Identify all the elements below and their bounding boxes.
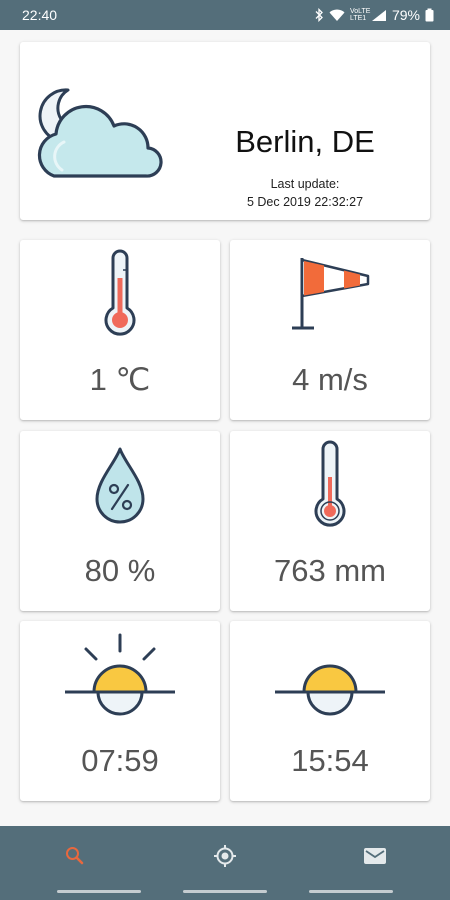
humidity-tile[interactable]: 80 % bbox=[20, 431, 220, 611]
signal-icon bbox=[371, 9, 386, 21]
last-update: Last update: 5 Dec 2019 22:32:27 bbox=[180, 175, 430, 211]
battery-percent: 79% bbox=[391, 7, 420, 23]
nav-search-button[interactable] bbox=[0, 826, 150, 886]
sunrise-tile[interactable]: 07:59 bbox=[20, 621, 220, 801]
thermometer-icon bbox=[20, 248, 220, 338]
status-icons: VoLTE LTE1 79% bbox=[314, 7, 434, 23]
pressure-tile[interactable]: 763 mm bbox=[230, 431, 430, 611]
windsock-icon bbox=[230, 248, 430, 338]
nav-location-button[interactable] bbox=[150, 826, 300, 886]
sunset-icon bbox=[230, 629, 430, 724]
status-time: 22:40 bbox=[22, 7, 58, 23]
location-icon bbox=[214, 845, 236, 867]
bluetooth-icon bbox=[315, 8, 323, 22]
sunset-tile[interactable]: 15:54 bbox=[230, 621, 430, 801]
night-cloud-icon bbox=[34, 82, 174, 197]
city-name: Berlin, DE bbox=[235, 124, 375, 159]
last-update-value: 5 Dec 2019 22:32:27 bbox=[246, 195, 364, 209]
barometer-icon bbox=[230, 439, 430, 529]
sunrise-icon bbox=[20, 629, 220, 724]
last-update-label: Last update: bbox=[270, 177, 340, 191]
nav-indicator bbox=[309, 890, 393, 893]
sunset-value: 15:54 bbox=[291, 743, 369, 778]
wifi-icon bbox=[329, 9, 345, 21]
wind-tile[interactable]: 4 m/s bbox=[230, 240, 430, 420]
battery-icon bbox=[425, 8, 434, 22]
bottom-nav bbox=[0, 826, 450, 900]
city-card[interactable]: Berlin, DE Last update: 5 Dec 2019 22:32… bbox=[20, 42, 430, 220]
mail-icon bbox=[364, 848, 386, 864]
pressure-value: 763 mm bbox=[274, 553, 386, 588]
temperature-tile[interactable]: 1 ℃ bbox=[20, 240, 220, 420]
humidity-value: 80 % bbox=[84, 553, 156, 588]
wind-value: 4 m/s bbox=[292, 362, 368, 397]
nav-indicator bbox=[183, 890, 267, 893]
network-label: VoLTE LTE1 bbox=[349, 8, 371, 22]
nav-indicator bbox=[57, 890, 141, 893]
nav-mail-button[interactable] bbox=[300, 826, 450, 886]
temperature-value: 1 ℃ bbox=[89, 362, 151, 397]
status-bar: 22:40 VoLTE LTE1 79% bbox=[0, 0, 450, 30]
sunrise-value: 07:59 bbox=[81, 743, 159, 778]
search-icon bbox=[66, 847, 84, 865]
humidity-drop-icon bbox=[20, 439, 220, 529]
